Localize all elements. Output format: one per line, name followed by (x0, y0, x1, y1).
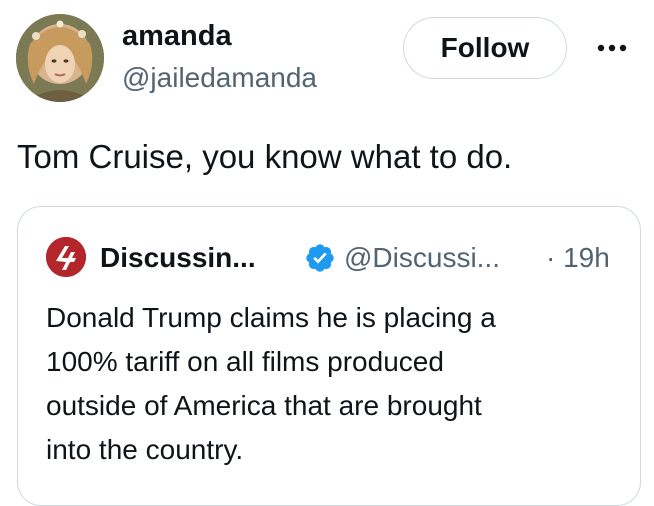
quoted-text-line: 100% tariff on all films produced (46, 346, 444, 377)
follow-button[interactable]: Follow (403, 17, 567, 79)
tweet-text: Tom Cruise, you know what to do. (17, 138, 513, 175)
quoted-author-avatar[interactable] (46, 237, 86, 277)
user-avatar[interactable] (16, 14, 104, 102)
verified-badge-icon (304, 242, 336, 274)
quoted-text-line: Donald Trump claims he is placing a (46, 302, 496, 333)
tweet: amanda @jailedamanda Follow Tom Cruise, … (0, 0, 654, 506)
quoted-timestamp[interactable]: · 19h (546, 241, 610, 275)
quoted-text-line: outside of America that are brought (46, 390, 482, 421)
author-display-name[interactable]: amanda (122, 18, 232, 54)
more-horizontal-icon (597, 44, 627, 52)
more-button[interactable] (590, 30, 634, 66)
quoted-tweet[interactable]: Discussin... @Discussi... · 19h Donald T… (17, 206, 641, 506)
author-handle[interactable]: @jailedamanda (122, 61, 317, 95)
user-avatar-photo (16, 14, 104, 102)
quoted-tweet-text: Donald Trump claims he is placing a 100%… (46, 296, 626, 472)
quoted-author-handle[interactable]: @Discussi... (344, 241, 500, 275)
discussing-film-logo-icon (46, 237, 86, 277)
quoted-text-line: into the country. (46, 434, 244, 465)
quoted-author-name[interactable]: Discussin... (100, 241, 256, 275)
